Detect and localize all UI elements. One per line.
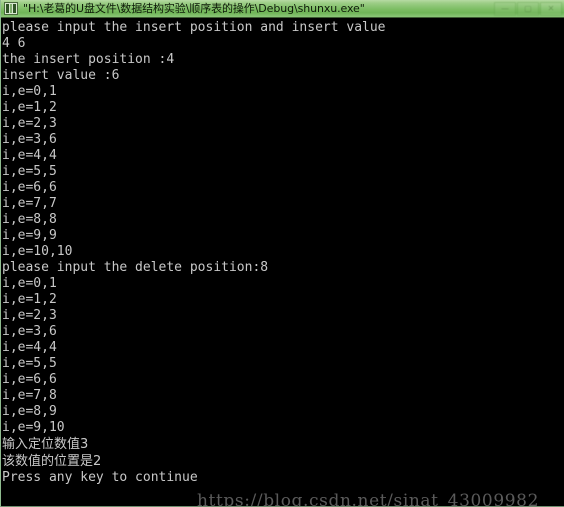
window-controls: — ▢ ✕ — [493, 0, 564, 17]
console-line: please input the insert position and ins… — [2, 20, 386, 35]
console-output-area[interactable]: please input the insert position and ins… — [1, 18, 564, 506]
console-line: i,e=10,10 — [2, 244, 73, 259]
console-line: 该数值的位置是2 — [2, 454, 102, 469]
console-line: i,e=3,6 — [2, 132, 57, 147]
minimize-icon: — — [501, 3, 509, 13]
console-line: i,e=9,10 — [2, 420, 65, 435]
console-line: i,e=8,9 — [2, 404, 57, 419]
console-line: i,e=5,5 — [2, 164, 57, 179]
watermark-text: https://blog.csdn.net/sinat_43009982 — [197, 491, 539, 506]
console-line: 4 6 — [2, 36, 26, 51]
console-line: Press any key to continue — [2, 470, 198, 485]
console-line: 输入定位数值3 — [2, 437, 89, 452]
console-line: i,e=4,4 — [2, 148, 57, 163]
console-window-icon — [4, 2, 18, 15]
console-line: i,e=2,3 — [2, 116, 57, 131]
console-line: please input the delete position:8 — [2, 260, 269, 275]
console-line: i,e=9,9 — [2, 228, 57, 243]
window-titlebar[interactable]: "H:\老葛的U盘文件\数据结构实验\顺序表的操作\Debug\shunxu.e… — [1, 0, 564, 18]
console-line: i,e=7,8 — [2, 388, 57, 403]
maximize-icon: ▢ — [524, 3, 532, 13]
close-icon: ✕ — [547, 3, 555, 13]
maximize-button[interactable]: ▢ — [517, 1, 539, 16]
console-line: i,e=3,6 — [2, 324, 57, 339]
console-line: i,e=4,4 — [2, 340, 57, 355]
console-line: i,e=0,1 — [2, 84, 57, 99]
console-line: i,e=0,1 — [2, 276, 57, 291]
minimize-button[interactable]: — — [494, 1, 516, 16]
console-line: insert value :6 — [2, 68, 120, 83]
console-line: the insert position :4 — [2, 52, 175, 67]
console-text-lines: please input the insert position and ins… — [2, 20, 564, 486]
window-title: "H:\老葛的U盘文件\数据结构实验\顺序表的操作\Debug\shunxu.e… — [23, 2, 365, 15]
console-line: i,e=1,2 — [2, 100, 57, 115]
console-line: i,e=6,6 — [2, 180, 57, 195]
close-button[interactable]: ✕ — [540, 1, 562, 16]
console-window: "H:\老葛的U盘文件\数据结构实验\顺序表的操作\Debug\shunxu.e… — [0, 0, 564, 507]
console-line: i,e=2,3 — [2, 308, 57, 323]
console-line: i,e=7,7 — [2, 196, 57, 211]
console-line: i,e=1,2 — [2, 292, 57, 307]
console-line: i,e=6,6 — [2, 372, 57, 387]
console-line: i,e=8,8 — [2, 212, 57, 227]
console-line: i,e=5,5 — [2, 356, 57, 371]
